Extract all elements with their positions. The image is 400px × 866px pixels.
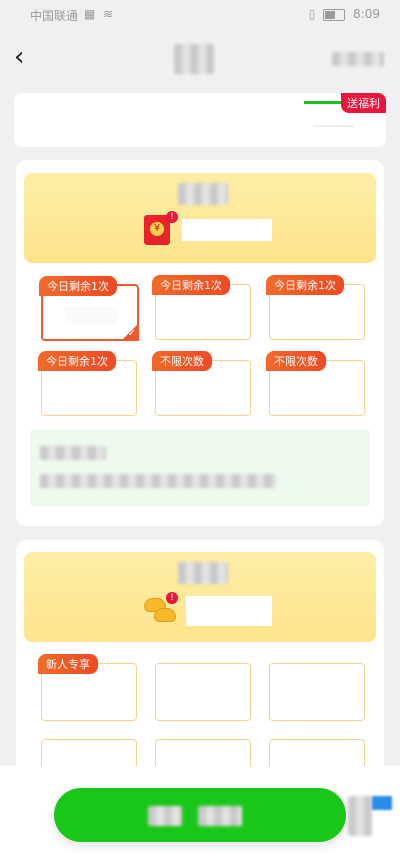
- vibrate-icon: ▯: [308, 7, 316, 21]
- coin-banner-text-redacted: [186, 596, 272, 626]
- vip-info-box: [30, 430, 370, 506]
- option-tag: 不限次数: [152, 351, 212, 371]
- info-text-redacted: [40, 474, 276, 488]
- side-badge-icon: [372, 796, 392, 810]
- alert-badge-icon: !: [166, 211, 178, 223]
- vip-panel: ¥ ! 今日剩余1次 ✓ 今日剩余1次 今日剩余1次 今日剩余1次 不限次数 不…: [16, 160, 384, 526]
- vip-banner-text-redacted: [182, 219, 272, 241]
- check-icon: ✓: [127, 328, 136, 339]
- coin-option-1[interactable]: 新人专享: [38, 654, 137, 721]
- alert-badge-icon: !: [166, 592, 178, 604]
- vip-banner: ¥ !: [24, 173, 376, 263]
- option-tag: 新人专享: [38, 654, 98, 674]
- status-bar: 中国联通 ▦ ≋ ▯ 8:09: [0, 0, 400, 30]
- option-content-redacted: [65, 306, 117, 324]
- vip-option-2[interactable]: 今日剩余1次: [152, 275, 251, 340]
- battery-icon: [323, 8, 346, 21]
- coin-panel: ! 新人专享: [16, 540, 384, 801]
- promo-tag: 送福利: [341, 93, 386, 113]
- gold-ingot-icon: !: [142, 590, 178, 624]
- cta-side-redacted: [348, 796, 372, 836]
- carrier-name: 中国联通: [30, 9, 79, 23]
- promo-card[interactable]: 送福利: [14, 93, 386, 147]
- vip-option-1[interactable]: 今日剩余1次 ✓: [39, 276, 139, 341]
- status-right: ▯ 8:09: [309, 7, 380, 21]
- red-packet-icon: ¥ !: [142, 211, 178, 247]
- bottom-bar: [0, 766, 400, 866]
- coin-option-2[interactable]: [155, 663, 251, 721]
- option-tag: 今日剩余1次: [266, 275, 344, 295]
- option-tag: 不限次数: [266, 351, 326, 371]
- promo-divider: [314, 125, 354, 127]
- clock: 8:09: [353, 7, 380, 21]
- option-tag: 今日剩余1次: [152, 275, 230, 295]
- cta-button[interactable]: [54, 788, 346, 842]
- cta-label-redacted: [198, 806, 242, 826]
- vip-option-6[interactable]: 不限次数: [266, 351, 365, 416]
- option-tag: 今日剩余1次: [39, 276, 117, 296]
- cta-label-redacted: [148, 806, 182, 826]
- vip-option-5[interactable]: 不限次数: [152, 351, 251, 416]
- back-chevron-icon: ‹: [14, 42, 25, 72]
- signal-icon: ▦ ≋: [84, 7, 116, 21]
- info-title-redacted: [40, 446, 106, 460]
- coin-option-3[interactable]: [269, 663, 365, 721]
- back-button[interactable]: ‹: [14, 42, 38, 74]
- vip-banner-title-redacted: [178, 183, 228, 205]
- vip-option-4[interactable]: 今日剩余1次: [38, 351, 137, 416]
- coin-banner: !: [24, 552, 376, 642]
- page-title-redacted: [174, 44, 214, 74]
- nav-bar: ‹: [0, 38, 400, 78]
- nav-right-action-redacted[interactable]: [332, 52, 384, 66]
- coin-banner-title-redacted: [178, 562, 228, 584]
- option-tag: 今日剩余1次: [38, 351, 116, 371]
- vip-option-3[interactable]: 今日剩余1次: [266, 275, 365, 340]
